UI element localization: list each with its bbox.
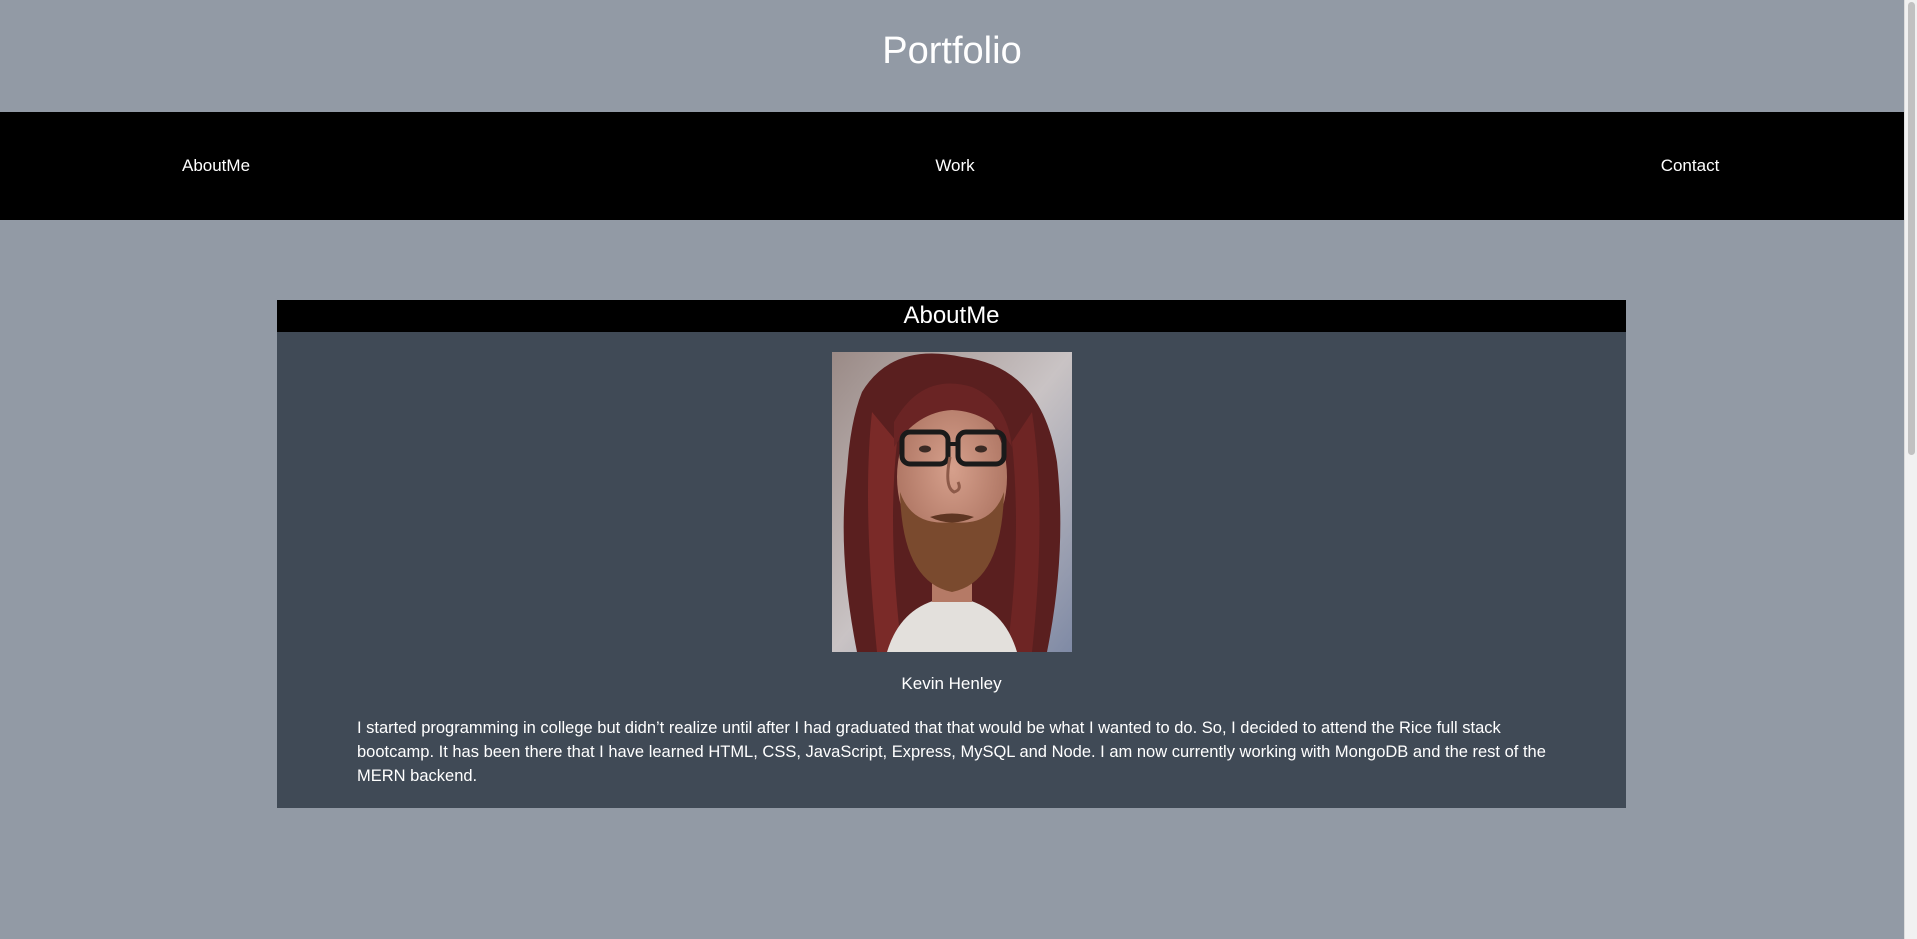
bio-text: I started programming in college but did… [357,719,1546,785]
nav-link-work[interactable]: Work [935,156,974,176]
navbar: AboutMe Work Contact [0,112,1904,220]
about-card-header: AboutMe [277,300,1626,332]
site-header: Portfolio [0,0,1904,112]
about-title: AboutMe [903,302,1000,329]
scrollbar-thumb[interactable] [1908,2,1915,455]
vertical-scrollbar[interactable] [1904,0,1917,939]
profile-photo [832,352,1072,652]
profile-photo-illustration [832,352,1072,652]
profile-name: Kevin Henley [901,674,1002,693]
nav-link-aboutme[interactable]: AboutMe [182,156,250,176]
nav-link-contact[interactable]: Contact [1661,156,1720,176]
page: Portfolio AboutMe Work Contact AboutMe K… [0,0,1917,939]
about-card: AboutMe Kevin Henley I started programmi… [277,300,1626,808]
viewport: Portfolio AboutMe Work Contact AboutMe K… [0,0,1904,939]
site-title: Portfolio [882,30,1022,72]
